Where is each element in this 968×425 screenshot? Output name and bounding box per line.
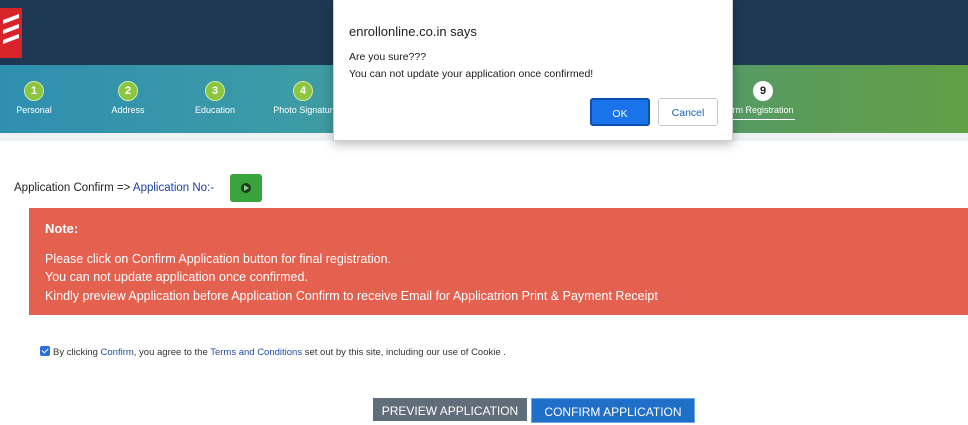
agreement-checkbox[interactable] bbox=[40, 346, 50, 356]
step-number: 4 bbox=[293, 81, 313, 101]
dialog-message: You can not update your application once… bbox=[349, 68, 594, 80]
ok-button[interactable]: OK bbox=[590, 98, 650, 126]
preview-application-button[interactable]: PREVIEW APPLICATION bbox=[373, 398, 527, 421]
step-number: 2 bbox=[118, 81, 138, 101]
note-line: Kindly preview Application before Applic… bbox=[45, 289, 658, 303]
terms-link[interactable]: Terms and Conditions bbox=[210, 347, 302, 358]
dialog-question: Are you sure??? bbox=[349, 51, 427, 63]
confirm-dialog: enrollonline.co.in says Are you sure??? … bbox=[333, 0, 733, 141]
application-number-label: Application No:- bbox=[132, 182, 215, 194]
agreement-text: By clicking bbox=[53, 347, 101, 358]
note-line: Please click on Confirm Application butt… bbox=[45, 252, 392, 266]
confirm-application-button[interactable]: CONFIRM APPLICATION bbox=[531, 398, 695, 423]
confirm-link[interactable]: Confirm bbox=[101, 347, 134, 358]
step-personal[interactable]: 1 Personal bbox=[14, 81, 54, 115]
step-address[interactable]: 2 Address bbox=[108, 81, 148, 115]
note-title: Note: bbox=[45, 221, 79, 236]
dialog-title: enrollonline.co.in says bbox=[349, 24, 477, 39]
step-number: 3 bbox=[205, 81, 225, 101]
agreement-text: set out by this site, including our use … bbox=[302, 347, 506, 358]
step-label: rm Registration bbox=[731, 105, 795, 120]
step-number: 1 bbox=[24, 81, 44, 101]
play-triangle-icon bbox=[244, 185, 249, 191]
note-line: You can not update application once conf… bbox=[45, 270, 308, 284]
step-label: Photo Signatur bbox=[273, 105, 333, 115]
step-label: Address bbox=[111, 105, 145, 115]
step-education[interactable]: 3 Education bbox=[195, 81, 235, 115]
play-button[interactable] bbox=[230, 174, 262, 202]
step-number: 9 bbox=[753, 81, 773, 101]
note-box: Note: Please click on Confirm Applicatio… bbox=[29, 208, 968, 315]
step-label: Education bbox=[195, 105, 236, 115]
step-confirm-registration[interactable]: 9 rm Registration bbox=[731, 81, 795, 120]
step-photo-signature[interactable]: 4 Photo Signatur bbox=[272, 81, 334, 115]
step-label: Personal bbox=[16, 105, 52, 115]
application-confirm-label: Application Confirm => bbox=[14, 182, 133, 194]
cancel-button[interactable]: Cancel bbox=[658, 98, 718, 126]
agreement-row: By clicking Confirm, you agree to the Te… bbox=[40, 346, 506, 358]
logo bbox=[0, 8, 22, 58]
agreement-text: , you agree to the bbox=[133, 347, 211, 358]
application-line: Application Confirm => Application No:- bbox=[14, 182, 214, 194]
